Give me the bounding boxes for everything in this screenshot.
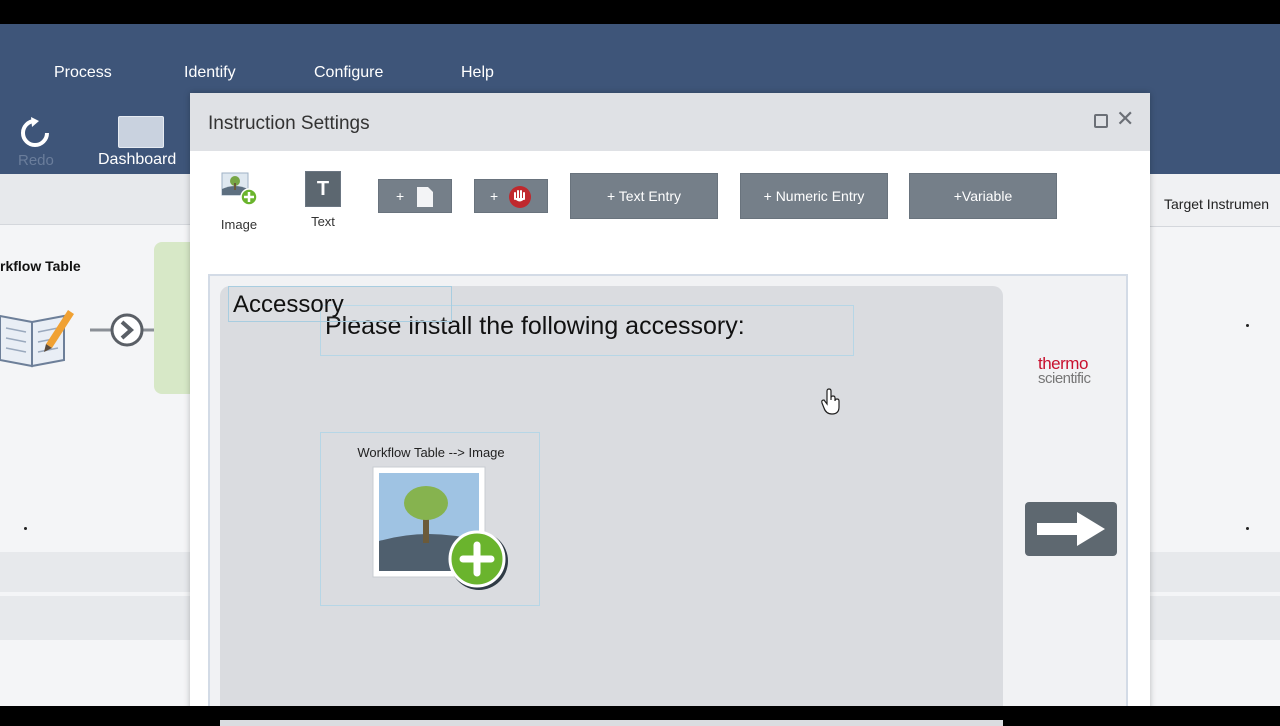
menu-item-identify[interactable]: Identify — [184, 64, 236, 82]
dot-marker — [1246, 527, 1249, 530]
dot-marker — [24, 527, 27, 530]
close-icon[interactable]: ✕ — [1116, 106, 1134, 132]
accessory-title-box[interactable]: Accessory — [228, 286, 452, 322]
text-tool-button[interactable]: T Text — [302, 171, 344, 229]
stop-hand-icon — [509, 186, 532, 209]
menu-item-process[interactable]: Process — [54, 64, 112, 82]
target-instrument-label: Target Instrumen — [1164, 196, 1270, 212]
instruction-settings-dialog: Instruction Settings ✕ Image T Text + + — [190, 93, 1150, 726]
workflow-table-label: rkflow Table — [0, 258, 81, 274]
redo-icon[interactable] — [18, 116, 52, 150]
image-caption: Workflow Table --> Image — [357, 445, 505, 460]
left-bottom-band-2 — [0, 596, 192, 640]
maximize-icon[interactable] — [1094, 114, 1108, 128]
add-image-placeholder-icon — [372, 466, 508, 590]
dashboard-button-label[interactable]: Dashboard — [98, 151, 176, 169]
workflow-table-icon — [0, 310, 74, 368]
dot-marker — [1246, 324, 1249, 327]
add-variable-button[interactable]: +Variable — [909, 173, 1057, 219]
page-icon — [417, 187, 434, 208]
dashboard-icon[interactable] — [118, 116, 164, 148]
image-placeholder-box[interactable]: Workflow Table --> Image — [320, 432, 540, 606]
menu-item-configure[interactable]: Configure — [314, 64, 383, 82]
redo-label: Redo — [18, 152, 54, 169]
hand-cursor-icon — [821, 388, 840, 415]
right-bottom-band — [1150, 552, 1280, 592]
arrow-right-icon — [1037, 512, 1105, 546]
instruction-page[interactable]: Please install the following accessory: … — [220, 286, 1003, 726]
menu-bar: Process Identify Configure Help — [0, 24, 1280, 102]
left-header-strip — [0, 174, 192, 225]
image-tool-button[interactable]: Image — [218, 171, 260, 232]
image-tool-label: Image — [220, 217, 258, 232]
dialog-title-bar[interactable]: Instruction Settings ✕ — [190, 93, 1150, 151]
add-page-plus: + — [395, 188, 405, 204]
accessory-label: Accessory — [233, 291, 344, 318]
add-stop-button[interactable]: + — [474, 179, 548, 213]
text-tool-label: Text — [311, 214, 335, 229]
next-button[interactable] — [1025, 502, 1117, 556]
dialog-title: Instruction Settings — [208, 113, 370, 134]
add-image-icon — [221, 172, 258, 206]
scientific-logo-line2: scientific — [1038, 370, 1091, 387]
instruction-canvas: Please install the following accessory: … — [208, 274, 1128, 726]
add-numeric-entry-button[interactable]: + Numeric Entry — [740, 173, 888, 219]
menu-item-help[interactable]: Help — [461, 64, 494, 82]
bottom-black-bar — [0, 706, 1280, 720]
right-bottom-band-2 — [1150, 596, 1280, 640]
workflow-step-card — [154, 242, 194, 394]
left-bottom-band — [0, 552, 192, 592]
text-icon: T — [305, 171, 341, 207]
add-stop-plus: + — [489, 188, 499, 204]
add-text-entry-button[interactable]: + Text Entry — [570, 173, 718, 219]
add-page-button[interactable]: + — [378, 179, 452, 213]
